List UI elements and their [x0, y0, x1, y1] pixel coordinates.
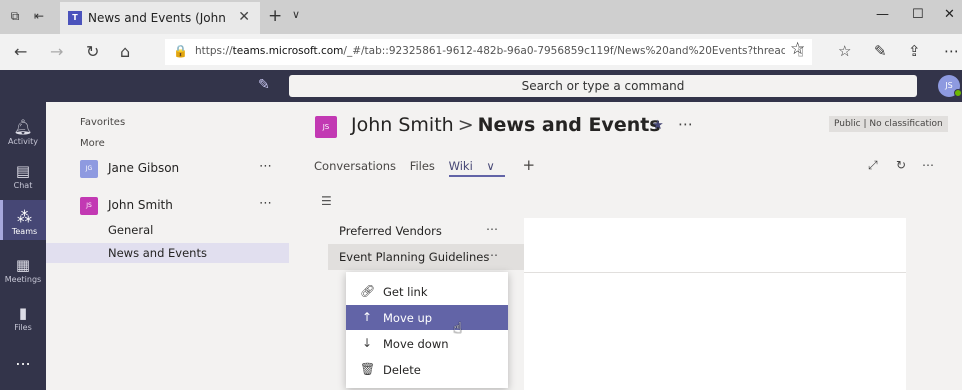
search-input[interactable]: Search or type a command — [289, 75, 917, 97]
browser-tab[interactable]: T News and Events (John ✕ — [60, 2, 260, 34]
expand-tab-icon[interactable]: ⤢ — [868, 158, 878, 173]
tab-conversations[interactable]: Conversations — [314, 159, 396, 173]
back-icon[interactable]: ← — [14, 42, 27, 61]
team-more-options-icon[interactable]: ⋯ — [259, 159, 272, 174]
file-icon: ▮ — [18, 304, 28, 322]
table-of-contents-icon[interactable]: ☰ — [321, 194, 332, 208]
refresh-icon[interactable]: ↻ — [86, 42, 99, 61]
teams-favicon-icon: T — [68, 11, 82, 25]
home-icon[interactable]: ⌂ — [120, 42, 130, 61]
presence-status-icon — [954, 89, 962, 97]
app-rail: 🔔︎ Activity ▤ Chat ⁂ Teams ▦ Meetings ▮ … — [0, 102, 46, 390]
page-more-options-icon[interactable]: ⋯ — [486, 248, 498, 262]
tab-title: News and Events (John — [88, 11, 226, 25]
calendar-icon: ▦ — [15, 256, 31, 274]
browser-address-row: ← → ↻ ⌂ 🔒 https://teams.microsoft.com/_#… — [0, 34, 962, 70]
new-tab-icon[interactable]: + — [268, 6, 282, 26]
team-avatar: JG — [80, 160, 98, 178]
favorite-star-icon[interactable]: ☆ — [790, 39, 805, 59]
set-tabs-aside-icon[interactable]: ⇤ — [32, 9, 46, 23]
channel-team-avatar: JS — [315, 116, 337, 138]
tab-files[interactable]: Files — [410, 159, 435, 173]
forward-icon[interactable]: → — [50, 42, 63, 61]
hand-cursor-icon: ☝ — [453, 319, 463, 337]
menu-item-delete[interactable]: 🗑︎ Delete — [346, 357, 508, 382]
tab-wiki[interactable]: Wiki ∨ — [448, 159, 505, 177]
rail-item-files[interactable]: ▮ Files — [0, 296, 46, 336]
more-browser-icon[interactable]: ⋯ — [944, 42, 959, 60]
page-context-menu: 🔗︎ Get link ↑ Move up ↓ Move down 🗑︎ Del… — [346, 272, 508, 388]
teams-icon: ⁂ — [17, 208, 32, 226]
tab-more-options-icon[interactable]: ⋯ — [922, 158, 934, 172]
page-title: John Smith > News and Events — [351, 114, 661, 136]
pen-notes-icon[interactable]: ✎ — [874, 42, 887, 60]
address-bar[interactable]: 🔒 https://teams.microsoft.com/_#/tab::92… — [165, 39, 812, 65]
close-tab-icon[interactable]: ✕ — [238, 9, 250, 25]
rail-item-meetings[interactable]: ▦ Meetings — [0, 248, 46, 288]
page-more-options-icon[interactable]: ⋯ — [486, 222, 498, 236]
lock-icon: 🔒 — [173, 44, 188, 58]
add-tab-icon[interactable]: + — [523, 156, 536, 174]
more-apps-icon[interactable]: ... — [0, 350, 46, 369]
rail-item-activity[interactable]: 🔔︎ Activity — [0, 110, 46, 150]
chat-icon: ▤ — [15, 162, 31, 180]
team-avatar: JS — [80, 197, 98, 215]
team-name: John Smith — [108, 198, 173, 212]
tab-actions-icon[interactable]: ⧉ — [8, 9, 22, 23]
classification-badge: Public | No classification — [829, 116, 948, 132]
channel-name: General — [108, 223, 154, 237]
chevron-down-icon: ∨ — [486, 159, 495, 173]
tab-preview-chevron-icon[interactable]: ∨ — [292, 8, 300, 21]
wiki-page-event-planning-guidelines[interactable]: Event Planning Guidelines ⋯ — [328, 244, 524, 270]
menu-item-get-link[interactable]: 🔗︎ Get link — [346, 279, 508, 304]
menu-item-move-down[interactable]: ↓ Move down — [346, 331, 508, 356]
rail-item-chat[interactable]: ▤ Chat — [0, 154, 46, 194]
team-item-john-smith[interactable]: JS John Smith ⋯ — [46, 194, 289, 218]
menu-item-move-up[interactable]: ↑ Move up — [346, 305, 508, 330]
favorites-heading: Favorites — [80, 117, 126, 128]
channel-name: News and Events — [108, 246, 207, 260]
team-name: Jane Gibson — [108, 161, 180, 175]
share-icon[interactable]: ⇪ — [908, 42, 921, 60]
favorite-channel-star-icon[interactable]: ★ — [652, 118, 664, 133]
link-icon: 🔗︎ — [360, 284, 376, 298]
bell-icon: 🔔︎ — [13, 118, 33, 136]
trash-icon: 🗑︎ — [360, 362, 376, 376]
channel-tabs: Conversations Files Wiki ∨ + — [314, 156, 545, 177]
favorites-hub-icon[interactable]: ☆ — [838, 42, 851, 60]
wiki-page-title: Event Planning Guidelines — [339, 250, 490, 264]
teams-top-bar: ✎ Search or type a command JS — [0, 70, 962, 102]
maximize-icon[interactable]: ☐ — [912, 7, 924, 22]
team-item-jane-gibson[interactable]: JG Jane Gibson ⋯ — [46, 157, 289, 181]
teams-list-panel: Favorites More JG Jane Gibson ⋯ JS John … — [46, 102, 289, 390]
channel-more-options-icon[interactable]: ⋯ — [678, 115, 693, 133]
wiki-page-preferred-vendors[interactable]: Preferred Vendors ⋯ — [328, 218, 524, 244]
divider — [524, 272, 906, 273]
wiki-page-title: Preferred Vendors — [339, 224, 442, 238]
browser-tab-strip: ⧉ ⇤ T News and Events (John ✕ + ∨ — ☐ ✕ — [0, 0, 962, 34]
reload-tab-icon[interactable]: ↻ — [896, 158, 906, 172]
url-text: https://teams.microsoft.com/_#/tab::9232… — [195, 45, 785, 57]
arrow-up-icon: ↑ — [361, 310, 373, 324]
team-more-options-icon[interactable]: ⋯ — [259, 196, 272, 211]
channel-item-news-and-events[interactable]: News and Events — [46, 243, 289, 263]
rail-item-teams[interactable]: ⁂ Teams — [0, 200, 46, 240]
minimize-icon[interactable]: — — [876, 7, 889, 22]
channel-item-general[interactable]: General — [46, 220, 289, 240]
arrow-down-icon: ↓ — [361, 336, 373, 350]
close-window-icon[interactable]: ✕ — [944, 7, 955, 22]
more-heading: More — [80, 138, 105, 149]
compose-icon[interactable]: ✎ — [258, 77, 270, 93]
wiki-canvas[interactable] — [524, 218, 906, 390]
